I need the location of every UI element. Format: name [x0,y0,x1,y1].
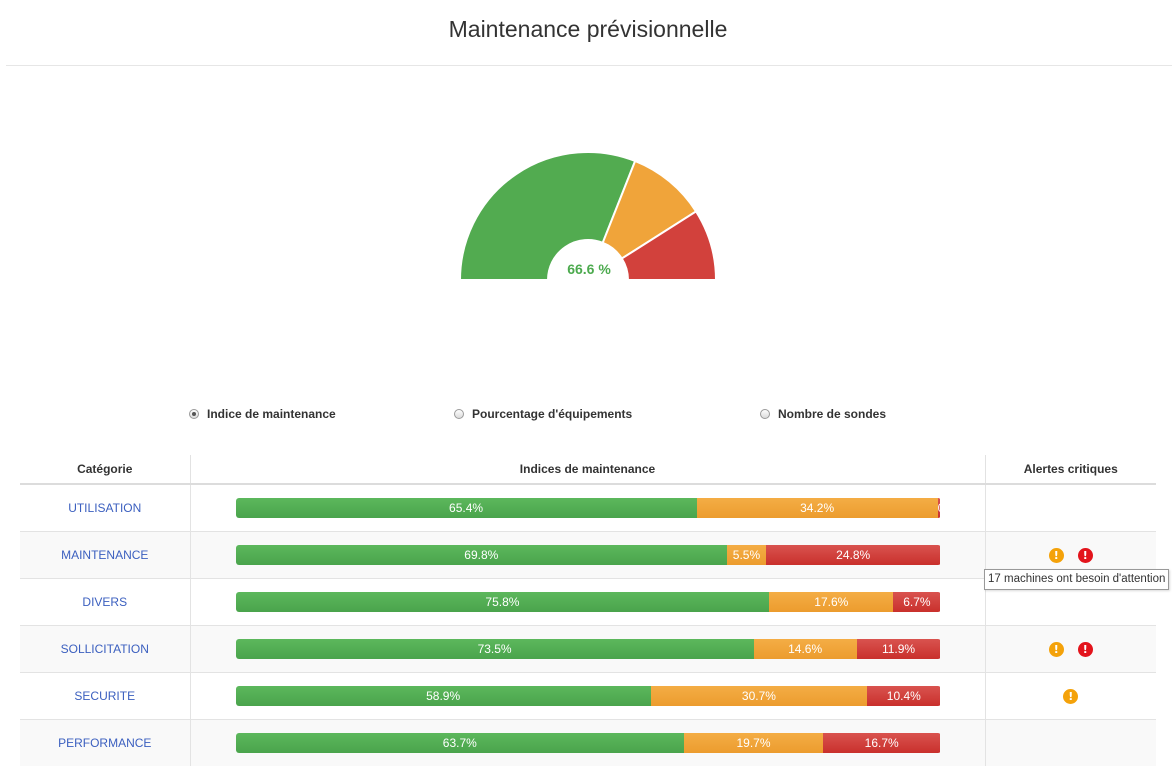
category-link[interactable]: SECURITE [74,689,135,703]
bar-segment-green: 69.8% [235,545,728,565]
bar-segment-orange: 19.7% [684,733,823,753]
bar-segment-orange: 34.2% [696,498,938,518]
category-cell: SECURITE [20,672,191,720]
maintenance-progress-bar: 63.7% 19.7% 16.7% [235,733,941,753]
indices-cell: 63.7% 19.7% 16.7% [190,719,986,766]
bar-segment-red: 24.8% [765,545,941,565]
bar-segment-green: 65.4% [235,498,697,518]
radio-button-icon[interactable] [454,409,464,419]
warning-icon[interactable]: ! [1048,641,1064,657]
bar-segment-red: 6.7% [893,592,941,612]
maintenance-progress-bar: 58.9% 30.7% 10.4% [235,686,941,706]
radio-button-icon[interactable] [189,409,199,419]
maintenance-table: Catégorie Indices de maintenance Alertes… [20,455,1156,766]
category-link[interactable]: DIVERS [82,595,127,609]
category-link[interactable]: UTILISATION [68,501,141,515]
maintenance-progress-bar: 73.5% 14.6% 11.9% [235,639,941,659]
maintenance-progress-bar: 69.8% 5.5% 24.8% [235,545,941,565]
bar-segment-red: 16.7% [822,733,941,753]
category-cell: SOLLICITATION [20,625,191,673]
indices-cell: 69.8% 5.5% 24.8% [190,531,986,579]
bar-segment-green: 73.5% [235,639,754,659]
radio-nombre-sondes[interactable]: Nombre de sondes [760,407,886,421]
radio-label: Pourcentage d'équipements [472,407,633,421]
header-indices[interactable]: Indices de maintenance [190,455,986,485]
warning-icon[interactable]: ! [1063,688,1079,704]
table-row: SECURITE 58.9% 30.7% 10.4%! [20,672,1156,720]
alert-tooltip: 17 machines ont besoin d'attention [984,569,1170,590]
bar-segment-green: 58.9% [235,686,651,706]
radio-pourcentage-equipements[interactable]: Pourcentage d'équipements [454,407,632,421]
header-alertes[interactable]: Alertes critiques [985,455,1156,485]
radio-button-icon[interactable] [760,409,770,419]
gauge-value: 66.6 % [567,261,611,277]
bar-segment-orange: 5.5% [727,545,766,565]
alerts-cell: !! [985,625,1156,673]
indices-cell: 58.9% 30.7% 10.4% [190,672,986,720]
maintenance-progress-bar: 65.4%34.2%0.4% [235,498,941,518]
bar-segment-green: 63.7% [235,733,685,753]
page-title: Maintenance prévisionnelle [448,16,728,42]
table-row: SOLLICITATION 73.5% 14.6% 11.9%!! [20,625,1156,673]
bar-segment-red: 11.9% [856,639,941,659]
category-link[interactable]: SOLLICITATION [61,642,149,656]
header-categorie[interactable]: Catégorie [20,455,191,485]
critical-icon[interactable]: ! [1077,547,1093,563]
category-link[interactable]: MAINTENANCE [61,548,148,562]
category-cell: UTILISATION [20,483,191,532]
bar-segment-orange: 30.7% [650,686,868,706]
category-link[interactable]: PERFORMANCE [58,736,151,750]
alerts-cell [985,483,1156,532]
category-cell: MAINTENANCE [20,531,191,579]
warning-icon[interactable]: ! [1048,547,1064,563]
indices-cell: 73.5% 14.6% 11.9% [190,625,986,673]
table-row: PERFORMANCE 63.7% 19.7% 16.7% [20,719,1156,766]
title-divider [6,65,1172,66]
maintenance-progress-bar: 75.8% 17.6% 6.7% [235,592,941,612]
category-cell: DIVERS [20,578,191,626]
radio-label: Indice de maintenance [207,407,336,421]
bar-segment-orange: 17.6% [769,592,894,612]
category-cell: PERFORMANCE [20,719,191,766]
indices-cell: 65.4%34.2%0.4% [190,483,986,532]
critical-icon[interactable]: ! [1077,641,1093,657]
indices-cell: 75.8% 17.6% 6.7% [190,578,986,626]
bar-segment-orange: 14.6% [753,639,857,659]
table-header-row: Catégorie Indices de maintenance Alertes… [20,455,1156,485]
bar-segment-red: 10.4% [867,686,941,706]
table-row: UTILISATION 65.4%34.2%0.4% [20,483,1156,532]
alerts-cell: ! [985,672,1156,720]
bar-segment-green: 75.8% [235,592,770,612]
radio-indice-maintenance[interactable]: Indice de maintenance [189,407,336,421]
radio-label: Nombre de sondes [778,407,887,421]
alerts-cell [985,719,1156,766]
bar-segment-red: 0.4% [937,498,941,518]
